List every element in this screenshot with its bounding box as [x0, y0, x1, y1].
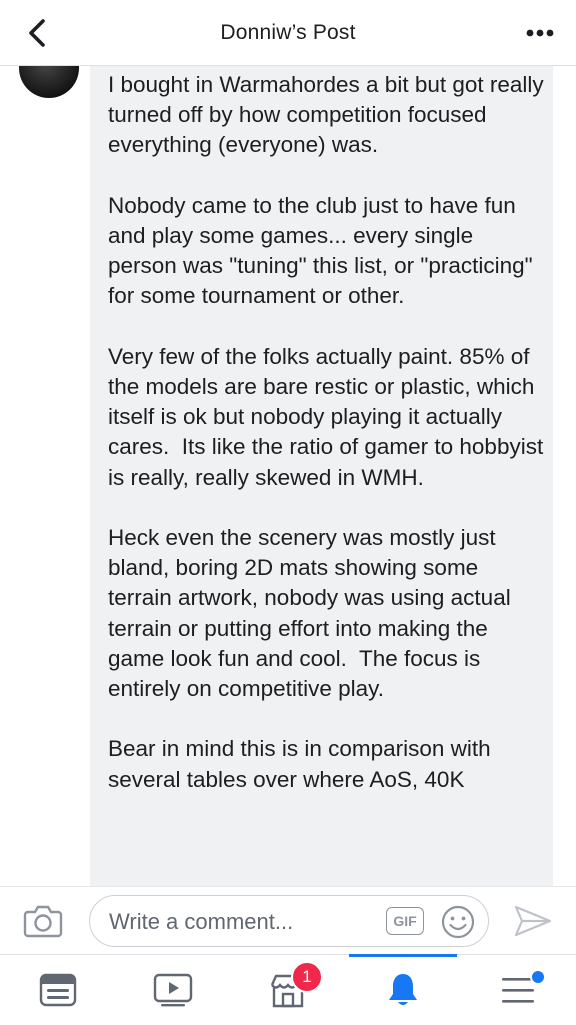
bottom-tab-bar: 1 — [0, 954, 576, 1024]
camera-button[interactable] — [22, 901, 64, 941]
gif-button[interactable]: GIF — [386, 907, 424, 935]
ellipsis-icon — [526, 29, 554, 37]
comment-input[interactable]: Write a comment... GIF — [89, 895, 489, 947]
comment-paragraph: Very few of the folks actually paint. 85… — [108, 343, 550, 490]
notifications-bell-icon — [389, 974, 417, 1005]
tab-watch[interactable] — [137, 955, 209, 1025]
notification-badge: 1 — [291, 961, 323, 993]
back-button[interactable] — [18, 14, 56, 52]
avatar[interactable] — [19, 66, 79, 98]
top-nav-bar: Donniw’s Post — [0, 0, 576, 66]
comment-body: I bought in Warmahordes a bit but got re… — [108, 70, 548, 825]
comment-paragraph: Bear in mind this is in comparison with … — [108, 736, 497, 792]
news-feed-icon — [39, 973, 77, 1007]
chevron-left-icon — [29, 19, 45, 47]
tab-notifications[interactable] — [367, 955, 439, 1025]
page-title: Donniw’s Post — [220, 20, 356, 44]
comment-paragraph: Heck even the scenery was mostly just bl… — [108, 525, 517, 702]
send-button[interactable] — [512, 903, 554, 939]
comment-composer: Write a comment... GIF — [0, 886, 576, 954]
comment-thread: I bought in Warmahordes a bit but got re… — [0, 66, 576, 886]
more-options-button[interactable] — [520, 14, 560, 52]
camera-icon — [23, 905, 63, 938]
comment-paragraph: I bought in Warmahordes a bit but got re… — [108, 72, 550, 158]
tab-menu[interactable] — [482, 955, 554, 1025]
smiley-icon — [441, 905, 475, 939]
tab-news-feed[interactable] — [22, 955, 94, 1025]
send-icon — [514, 905, 552, 937]
emoji-button[interactable] — [440, 904, 476, 940]
comment-placeholder: Write a comment... — [109, 909, 294, 934]
comment-paragraph: Nobody came to the club just to have fun… — [108, 192, 539, 309]
video-icon — [153, 973, 193, 1007]
menu-update-dot — [530, 969, 546, 985]
